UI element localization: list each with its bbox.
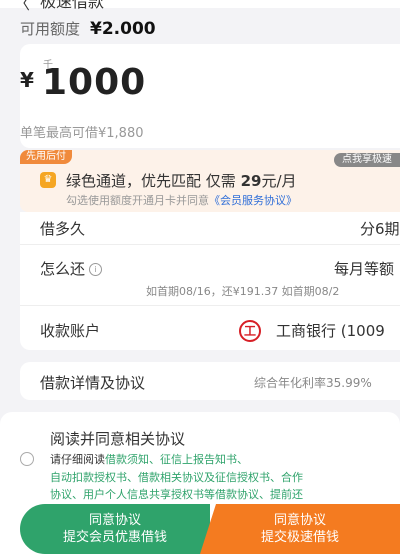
agreement-link[interactable]: 协议、用户个人信息共享授权书等借款协议、提前还 [50,486,400,504]
credit-value: ¥2.000 [90,19,156,39]
divider [20,244,400,245]
account-label: 收款账户 [40,322,101,340]
agreement-line: 请仔细阅读借款须知、征信上报告知书、 [50,453,248,466]
agree-radio[interactable] [20,452,34,466]
top-bar: 〈 极速借款 [0,0,400,13]
fast-loan-button[interactable]: 同意协议 提交极速借钱 [200,504,400,554]
member-agreement-link[interactable]: 《会员服务协议》 [209,194,297,207]
credit-label: 可用额度 [20,20,81,38]
available-credit: 可用额度 ¥2.000 [20,18,156,39]
period-value[interactable]: 分6期 [360,218,400,239]
speed-tag[interactable]: 点我享极速 [334,153,400,167]
divider [20,305,400,306]
page-title: 极速借款 [40,0,105,11]
crown-icon: ♛ [40,172,56,188]
loan-amount-input[interactable]: 1000 [42,62,146,103]
repay-label: 怎么还 i [40,258,103,279]
agreement-list: 请仔细阅读借款须知、征信上报告知书、 自动扣款授权书、借款相关协议及征信授权书、… [50,451,400,504]
back-icon[interactable]: 〈 [14,0,30,14]
max-amount-note: 单笔最高可借¥1,880 [20,126,144,141]
member-loan-button[interactable]: 同意协议 提交会员优惠借钱 [20,504,210,554]
period-label: 借多久 [40,220,86,238]
icbc-bank-icon: 工 [239,320,261,342]
agreement-title: 阅读并同意相关协议 [50,430,186,448]
agreement-link[interactable]: 自动扣款授权书、借款相关协议及征信授权书、合作 [50,469,400,487]
member-promo-card[interactable]: 先用后付 点我享极速 ♛ 绿色通道，优先匹配 仅需 29元/月 勾选使用额度开通… [20,150,400,212]
pay-later-tag: 先用后付 [20,150,72,164]
info-icon[interactable]: i [89,263,103,276]
currency-symbol: ¥ [20,68,34,92]
apr-text: 综合年化利率35.99% [254,376,372,390]
repay-detail: 如首期08/16，还¥191.37 如首期08/2 [146,285,340,298]
promo-price: 29 [240,172,262,190]
promo-note: 勾选使用额度开通月卡并同意《会员服务协议》 [66,194,297,207]
detail-label: 借款详情及协议 [40,374,146,392]
account-value[interactable]: 工商银行 (1009 [276,320,385,341]
agreement-link[interactable]: 借款须知、征信上报告知书、 [105,453,248,466]
promo-title: 绿色通道，优先匹配 仅需 29元/月 [66,172,297,190]
repay-value[interactable]: 每月等额 [334,258,394,279]
